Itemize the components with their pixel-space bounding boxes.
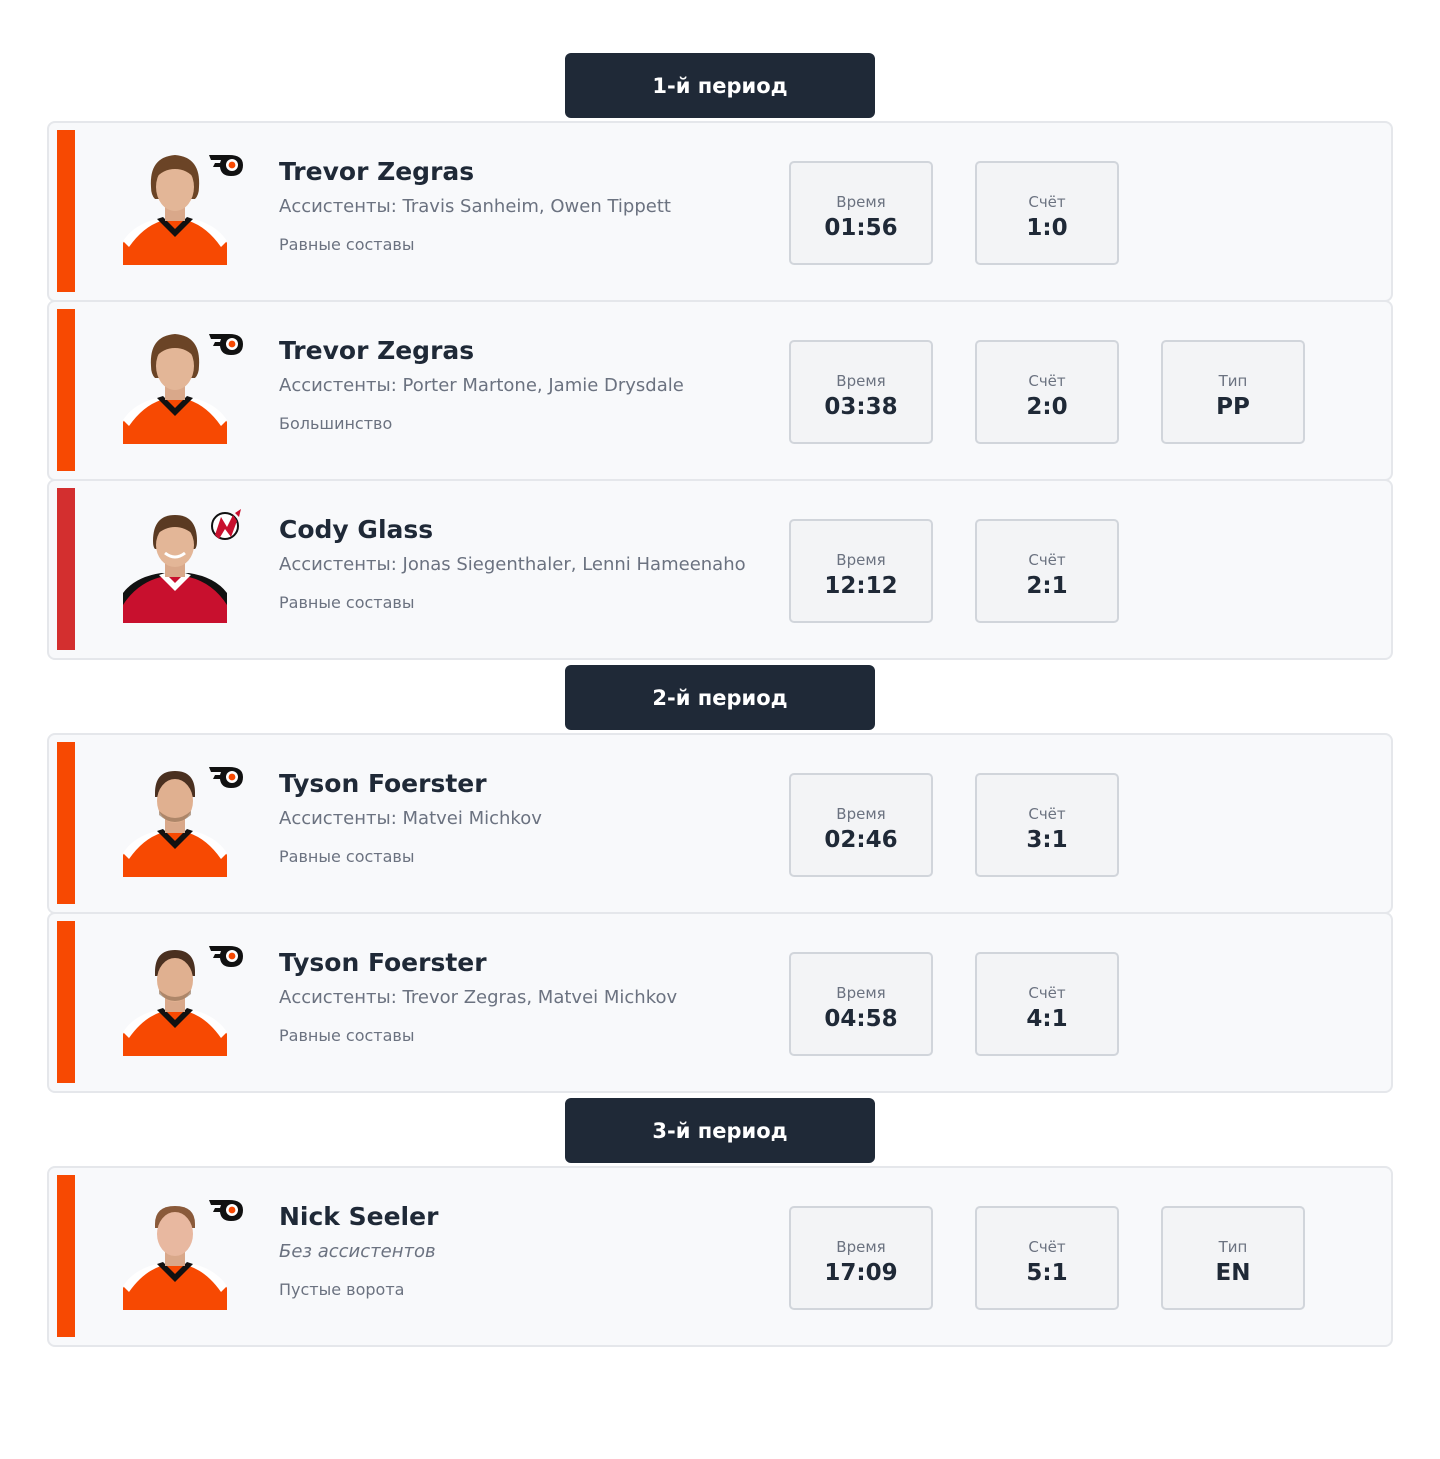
time-value: 12:12 [824,573,898,599]
devils-logo-icon [207,507,245,541]
goal-type-box: Тип PP [1161,340,1305,444]
goal-card: Trevor Zegras Ассистенты: Travis Sanheim… [47,121,1393,302]
goal-card: Nick Seeler Без ассистентов Пустые ворот… [47,1166,1393,1347]
scorer-name[interactable]: Trevor Zegras [279,157,474,186]
time-value: 03:38 [824,394,898,420]
period-header: 1-й период [565,53,875,118]
time-label: Время [836,372,886,390]
time-box: Время 04:58 [789,952,933,1056]
score-value: 1:0 [1026,215,1068,241]
goal-card: Tyson Foerster Ассистенты: Trevor Zegras… [47,912,1393,1093]
team-accent-bar [57,1175,75,1337]
assists-text: Ассистенты: Matvei Michkov [279,808,542,829]
time-box: Время 03:38 [789,340,933,444]
time-label: Время [836,984,886,1002]
score-value: 3:1 [1026,827,1068,853]
scorer-name[interactable]: Trevor Zegras [279,336,474,365]
flyers-logo-icon [207,328,245,362]
score-value: 5:1 [1026,1260,1068,1286]
scorer-name[interactable]: Tyson Foerster [279,769,487,798]
assists-text: Без ассистентов [279,1241,436,1262]
type-value: PP [1216,394,1250,420]
score-label: Счёт [1028,551,1066,569]
scorer-name[interactable]: Tyson Foerster [279,948,487,977]
score-box: Счёт 2:0 [975,340,1119,444]
flyers-logo-icon [207,761,245,795]
time-box: Время 02:46 [789,773,933,877]
strength-text: Пустые ворота [279,1280,405,1299]
flyers-logo-icon [207,940,245,974]
time-box: Время 01:56 [789,161,933,265]
strength-text: Равные составы [279,235,415,254]
team-accent-bar [57,921,75,1083]
assists-text: Ассистенты: Porter Martone, Jamie Drysda… [279,375,684,396]
score-value: 2:1 [1026,573,1068,599]
time-label: Время [836,551,886,569]
score-label: Счёт [1028,984,1066,1002]
score-value: 4:1 [1026,1006,1068,1032]
score-label: Счёт [1028,1238,1066,1256]
time-value: 01:56 [824,215,898,241]
strength-text: Равные составы [279,593,415,612]
strength-text: Большинство [279,414,393,433]
flyers-logo-icon [207,149,245,183]
goal-type-box: Тип EN [1161,1206,1305,1310]
assists-text: Ассистенты: Jonas Siegenthaler, Lenni Ha… [279,554,746,575]
time-label: Время [836,193,886,211]
team-accent-bar [57,130,75,292]
time-value: 04:58 [824,1006,898,1032]
time-label: Время [836,805,886,823]
time-label: Время [836,1238,886,1256]
team-accent-bar [57,309,75,471]
time-box: Время 17:09 [789,1206,933,1310]
assists-text: Ассистенты: Trevor Zegras, Matvei Michko… [279,987,678,1008]
period-header: 2-й период [565,665,875,730]
scorer-name[interactable]: Nick Seeler [279,1202,438,1231]
score-box: Счёт 4:1 [975,952,1119,1056]
type-value: EN [1215,1260,1251,1286]
score-box: Счёт 2:1 [975,519,1119,623]
score-label: Счёт [1028,805,1066,823]
score-box: Счёт 3:1 [975,773,1119,877]
flyers-logo-icon [207,1194,245,1228]
type-label: Тип [1218,372,1248,390]
score-box: Счёт 5:1 [975,1206,1119,1310]
goal-card: Trevor Zegras Ассистенты: Porter Martone… [47,300,1393,481]
score-label: Счёт [1028,372,1066,390]
time-value: 02:46 [824,827,898,853]
strength-text: Равные составы [279,1026,415,1045]
strength-text: Равные составы [279,847,415,866]
period-header: 3-й период [565,1098,875,1163]
time-value: 17:09 [824,1260,898,1286]
time-box: Время 12:12 [789,519,933,623]
score-box: Счёт 1:0 [975,161,1119,265]
team-accent-bar [57,742,75,904]
type-label: Тип [1218,1238,1248,1256]
scorer-name[interactable]: Cody Glass [279,515,433,544]
team-accent-bar [57,488,75,650]
score-value: 2:0 [1026,394,1068,420]
goal-card: Tyson Foerster Ассистенты: Matvei Michko… [47,733,1393,914]
assists-text: Ассистенты: Travis Sanheim, Owen Tippett [279,196,671,217]
goal-card: Cody Glass Ассистенты: Jonas Siegenthale… [47,479,1393,660]
score-label: Счёт [1028,193,1066,211]
